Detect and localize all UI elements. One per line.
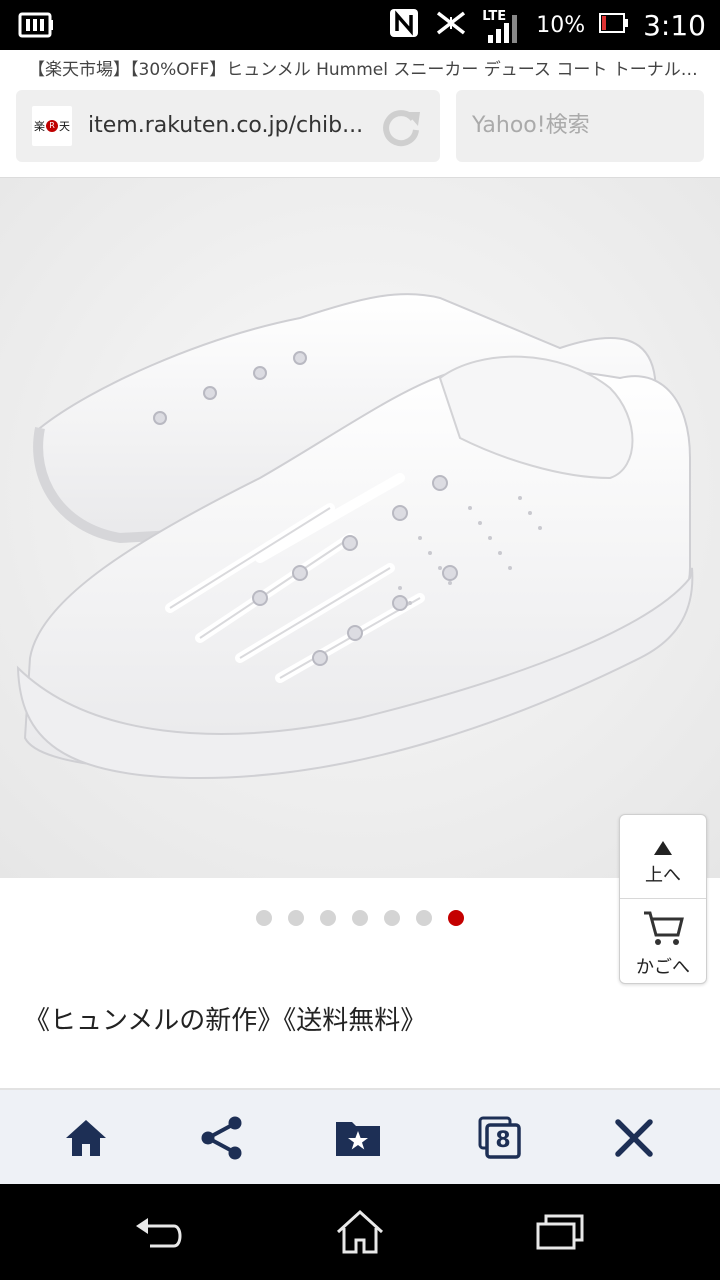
url-text[interactable]: item.rakuten.co.jp/chib...: [88, 90, 368, 162]
page-title: 【楽天市場】【30%OFF】ヒュンメル Hummel スニーカー デュース コー…: [0, 50, 720, 90]
home-button[interactable]: [60, 1112, 112, 1164]
bookmark-button[interactable]: [332, 1112, 384, 1164]
recents-button[interactable]: [530, 1208, 590, 1256]
battery-icon: [599, 11, 629, 39]
bookmark-folder-icon: [336, 1122, 380, 1156]
battery-save-icon: [18, 10, 54, 40]
nfc-icon: [388, 7, 420, 43]
carousel-dot[interactable]: [256, 910, 272, 926]
system-nav-bar: [0, 1184, 720, 1280]
search-input[interactable]: Yahoo!検索: [456, 90, 704, 162]
share-button[interactable]: [196, 1112, 248, 1164]
close-button[interactable]: [608, 1112, 660, 1164]
cart-label: かごへ: [636, 957, 690, 978]
tabs-button[interactable]: 8: [474, 1112, 526, 1164]
cart-icon: [644, 911, 684, 945]
carousel-dot[interactable]: [320, 910, 336, 926]
cart-button[interactable]: かごへ: [620, 899, 706, 982]
clock: 3:10: [643, 8, 706, 42]
reload-icon[interactable]: [378, 104, 424, 150]
carousel-dot[interactable]: [416, 910, 432, 926]
home-nav-button[interactable]: [330, 1208, 390, 1256]
site-favicon: 楽R天: [32, 106, 72, 146]
carousel-dot[interactable]: [288, 910, 304, 926]
share-icon: [201, 1116, 242, 1160]
favicon-mark: R: [46, 120, 58, 132]
carousel-dot[interactable]: [448, 910, 464, 926]
back-icon: [136, 1218, 182, 1248]
close-icon: [615, 1119, 653, 1157]
home-outline-icon: [336, 1209, 384, 1254]
recents-icon: [536, 1214, 584, 1250]
carousel-indicator[interactable]: [0, 910, 720, 928]
product-image[interactable]: [0, 178, 720, 878]
no-wifi-icon: [434, 7, 468, 43]
scroll-top-label: 上へ: [645, 865, 681, 886]
lte-signal-icon: LTE: [482, 5, 522, 45]
product-description: 《ヒュンメルの新作》《送料無料》: [24, 1006, 427, 1036]
back-button[interactable]: [130, 1208, 190, 1256]
home-icon: [66, 1120, 106, 1156]
scroll-top-button[interactable]: 上へ: [620, 815, 706, 899]
carousel-dot[interactable]: [384, 910, 400, 926]
battery-percent: 10%: [536, 12, 586, 38]
floating-actions: 上へ かごへ: [619, 814, 707, 984]
url-bar[interactable]: 楽R天 item.rakuten.co.jp/chib...: [16, 90, 440, 162]
browser-toolbar: 8: [0, 1090, 720, 1184]
carousel-dot[interactable]: [352, 910, 368, 926]
favicon-text: 楽: [34, 120, 45, 133]
tab-count: 8: [495, 1128, 511, 1153]
white-sneakers-image: [0, 178, 720, 878]
status-bar: LTE 10% 3:10: [0, 0, 720, 50]
favicon-text-2: 天: [59, 120, 70, 133]
